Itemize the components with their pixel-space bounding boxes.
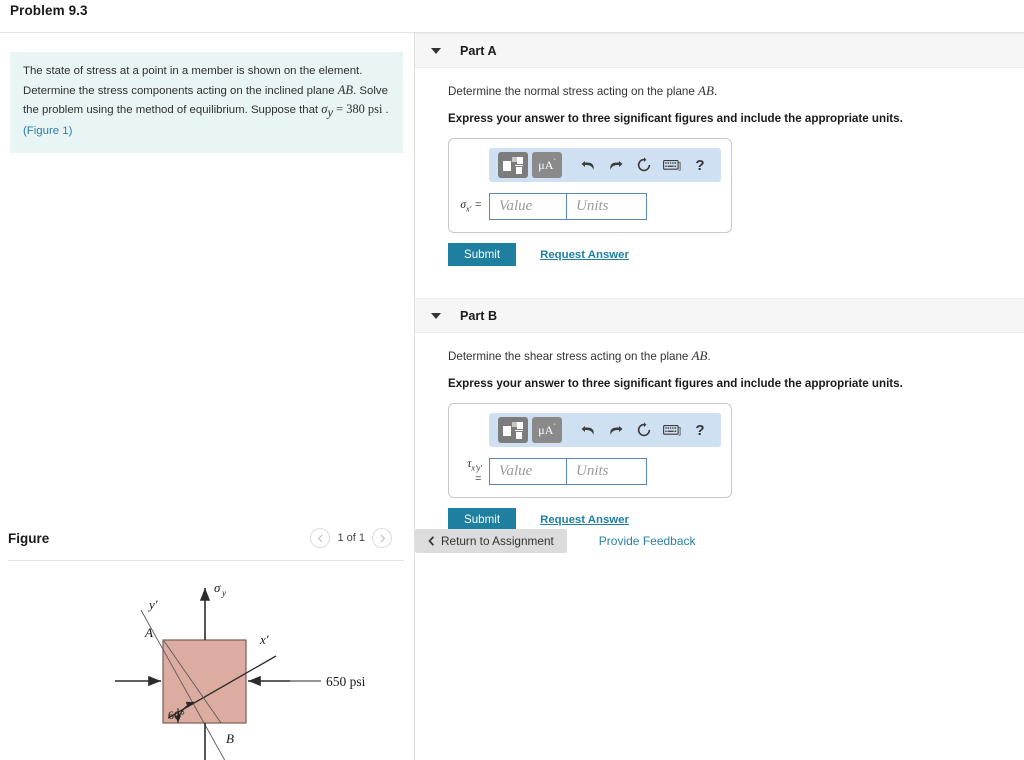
part-a-body: Determine the normal stress acting on th… [415,83,1024,266]
part-b-submit-row: Submit Request Answer [448,508,1024,531]
part-b-prompt-plane: AB [691,348,708,363]
part-b-subscript: x′y′ [471,463,482,473]
micro-angstrom-icon: μA˚ [538,423,556,437]
part-a-equals: = [474,199,482,212]
part-b-answer-row: τx′y′ = Value Units [459,458,721,485]
label-angle: 60° [168,708,185,722]
statement-text-1: The state of stress at a point in a memb… [23,65,363,97]
help-icon[interactable]: ? [688,418,712,442]
part-a-prompt-text: Determine the normal stress acting on th… [448,85,699,98]
chevron-down-icon[interactable] [431,47,441,54]
part-a-value-input[interactable]: Value [489,193,567,220]
problem-page: Problem 9.3 The state of stress at a poi… [0,0,1024,760]
part-a-instruction: Express your answer to three significant… [448,112,903,125]
part-a-answer-row: σx′ = Value Units [459,193,721,220]
part-b-submit-button[interactable]: Submit [448,508,517,531]
right-panel: Part A Determine the normal stress actin… [415,33,1024,760]
micro-angstrom-icon: μA˚ [538,158,556,172]
label-sigma-y: σ [214,580,221,595]
statement-period: . [382,104,389,117]
chevron-down-icon[interactable] [431,312,441,319]
svg-text:]: ] [678,161,681,171]
chevron-left-icon [317,534,323,542]
part-a-submit-row: Submit Request Answer [448,243,1024,266]
part-b-answer-box: μA˚ ] ? τx′y′ = Value Units [448,403,732,498]
reset-icon[interactable] [632,153,656,177]
reset-icon[interactable] [632,418,656,442]
provide-feedback-link[interactable]: Provide Feedback [599,534,696,548]
footer-actions: Return to Assignment Provide Feedback [415,529,696,553]
part-b-header[interactable]: Part B [415,298,1024,333]
part-b-prompt-text: Determine the shear stress acting on the… [448,350,692,363]
part-b-prompt-end: . [707,350,711,363]
math-template-button[interactable] [498,417,528,443]
figure-next-button[interactable] [372,528,392,548]
left-panel: The state of stress at a point in a memb… [0,33,414,760]
part-a-units-input[interactable]: Units [567,193,647,220]
svg-text:]: ] [678,426,681,436]
part-a-header[interactable]: Part A [415,33,1024,68]
chevron-right-icon [379,534,385,542]
part-a-math-toolbar: μA˚ ] ? [489,148,721,182]
figure-header: Figure 1 of 1 [8,528,404,560]
return-to-assignment-label: Return to Assignment [441,534,554,548]
part-b-body: Determine the shear stress acting on the… [415,348,1024,531]
chevron-left-icon [428,536,435,546]
part-b-instruction: Express your answer to three significant… [448,377,903,390]
figure-divider [8,560,404,561]
label-point-b: B [226,731,234,746]
statement-value: = 380 psi [333,102,383,117]
part-a-prompt-end: . [713,85,718,98]
label-y-prime: y′ [147,597,158,612]
part-b-request-answer-link[interactable]: Request Answer [540,514,629,526]
part-b-label: Part B [460,308,498,323]
units-button[interactable]: μA˚ [532,417,562,443]
label-sigma-y-subscript: y [221,588,226,598]
figure-prev-button[interactable] [310,528,331,548]
figure-1-link[interactable]: (Figure 1) [23,125,72,137]
label-point-a: A [144,625,153,640]
problem-statement: The state of stress at a point in a memb… [10,52,403,153]
keyboard-icon[interactable]: ] [660,153,684,177]
undo-icon[interactable] [576,153,600,177]
part-b-equals: = [474,472,482,485]
page-title: Problem 9.3 [10,3,88,18]
part-a-answer-label: σx′ = [459,199,489,213]
stress-element-svg: y′ x′ σ y A B 60° 650 psi [115,580,366,760]
part-b-answer-label: τx′y′ = [459,458,489,484]
help-icon[interactable]: ? [688,153,712,177]
figure-page-count: 1 of 1 [337,532,365,544]
redo-icon[interactable] [604,153,628,177]
part-b-prompt: Determine the shear stress acting on the… [448,348,1024,364]
part-b-units-input[interactable]: Units [567,458,647,485]
part-a-subscript: x′ [466,204,472,214]
part-b-value-input[interactable]: Value [489,458,567,485]
label-x-prime: x′ [259,632,269,647]
part-a-request-answer-link[interactable]: Request Answer [540,249,629,261]
return-to-assignment-button[interactable]: Return to Assignment [415,529,567,553]
math-template-icon [503,156,523,174]
part-a-prompt-plane: AB [698,83,714,98]
keyboard-icon[interactable]: ] [660,418,684,442]
redo-icon[interactable] [604,418,628,442]
statement-plane-ab: AB [337,82,354,97]
label-side-stress: 650 psi [326,674,366,689]
units-button[interactable]: μA˚ [532,152,562,178]
figure-diagram[interactable]: y′ x′ σ y A B 60° 650 psi [8,568,404,760]
part-a-submit-button[interactable]: Submit [448,243,517,266]
math-template-icon [503,421,523,439]
page-header: Problem 9.3 [0,0,1024,33]
part-a-prompt: Determine the normal stress acting on th… [448,83,1024,99]
part-b-math-toolbar: μA˚ ] ? [489,413,721,447]
figure-pager: 1 of 1 [310,528,392,548]
math-template-button[interactable] [498,152,528,178]
part-a-label: Part A [460,43,497,58]
part-a-answer-box: μA˚ ] ? σx′ = Value Units [448,138,732,233]
figure-title: Figure [8,531,50,546]
undo-icon[interactable] [576,418,600,442]
